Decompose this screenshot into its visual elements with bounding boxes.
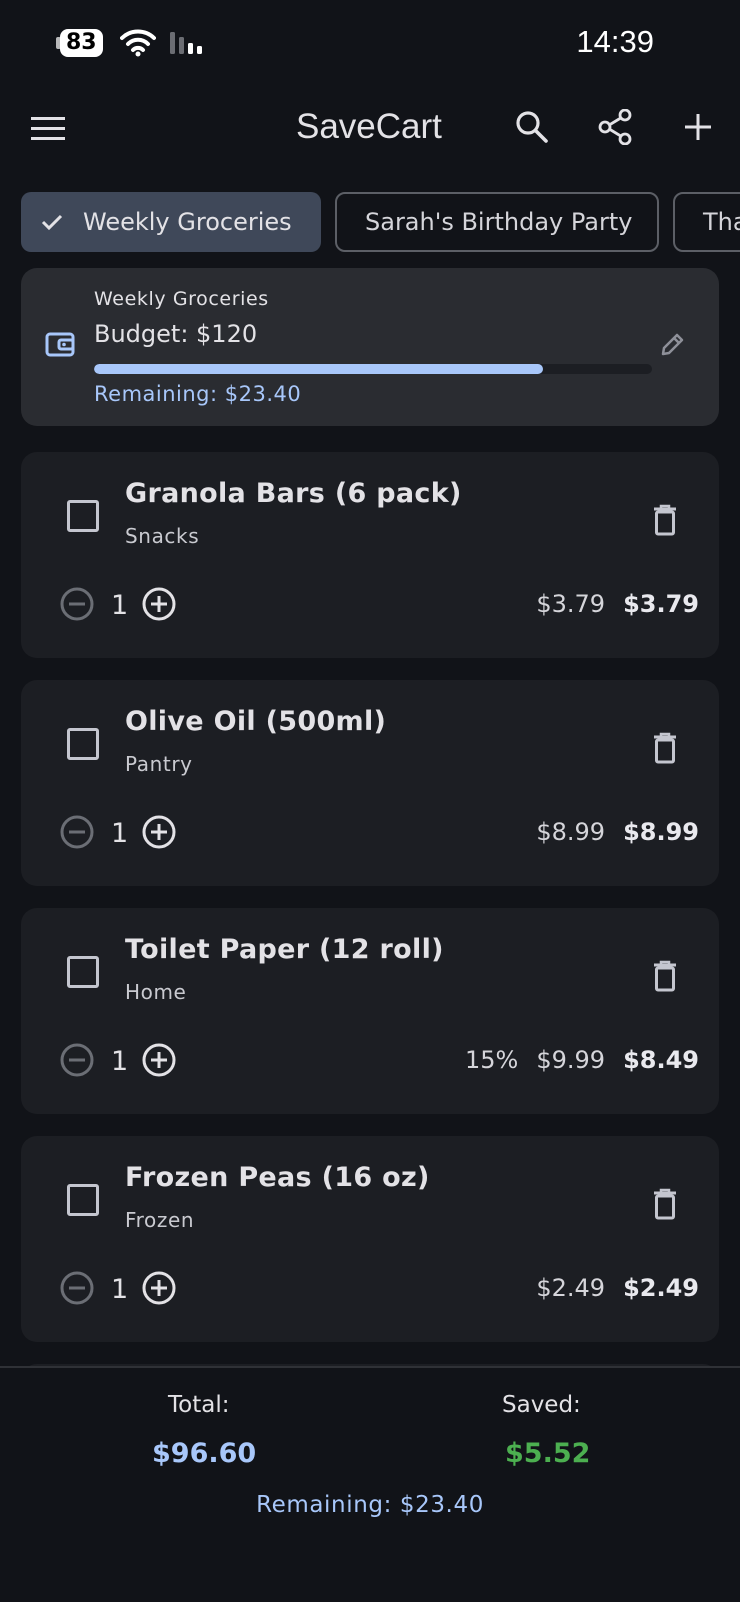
saved-label: Saved: <box>502 1392 581 1418</box>
decrease-quantity-button[interactable] <box>59 814 95 854</box>
decrease-quantity-button[interactable] <box>59 1042 95 1082</box>
decrease-quantity-button[interactable] <box>59 1270 95 1310</box>
item-total-price: $8.49 <box>623 1046 699 1074</box>
list-chips: Weekly Groceries Sarah's Birthday Party … <box>0 192 740 254</box>
budget-card[interactable]: Weekly Groceries Budget: $120 Remaining:… <box>21 268 719 426</box>
plus-circle-icon <box>142 587 176 621</box>
plus-circle-icon <box>142 815 176 849</box>
delete-item-button[interactable] <box>641 724 689 772</box>
status-bar: 83 14:39 <box>0 0 740 90</box>
delete-item-button[interactable] <box>641 1180 689 1228</box>
item-card[interactable]: Frozen Peas (16 oz) Frozen 1 $2.49 $2.49 <box>21 1136 719 1342</box>
item-category: Home <box>125 980 187 1004</box>
increase-quantity-button[interactable] <box>141 586 177 626</box>
budget-progress-bar <box>94 364 652 374</box>
trash-icon <box>654 732 676 764</box>
item-name: Granola Bars (6 pack) <box>125 478 462 509</box>
plus-circle-icon <box>142 1043 176 1077</box>
summary-remaining: Remaining: $23.40 <box>256 1492 484 1518</box>
item-checkbox[interactable] <box>67 1184 99 1216</box>
menu-button[interactable] <box>24 105 72 153</box>
search-icon <box>516 111 548 143</box>
item-total-price: $2.49 <box>623 1274 699 1302</box>
trash-icon <box>654 1188 676 1220</box>
trash-icon <box>654 960 676 992</box>
item-unit-price: $2.49 <box>536 1274 606 1302</box>
edit-budget-button[interactable] <box>649 320 697 368</box>
battery-nub <box>56 37 61 49</box>
increase-quantity-button[interactable] <box>141 1042 177 1082</box>
plus-circle-icon <box>142 1271 176 1305</box>
wifi-icon <box>120 29 156 57</box>
trash-icon <box>654 504 676 536</box>
app-title: SaveCart <box>296 107 442 146</box>
app-bar: SaveCart <box>0 95 740 165</box>
item-quantity: 1 <box>111 1046 129 1077</box>
chip-weekly-groceries[interactable]: Weekly Groceries <box>21 192 321 252</box>
add-icon <box>685 114 711 140</box>
budget-remaining: Remaining: $23.40 <box>94 382 302 406</box>
item-card[interactable]: Toilet Paper (12 roll) Home 1 15% $9.99 $8.49 <box>21 908 719 1114</box>
summary-footer: Total: $96.60 Saved: $5.52 Remaining: $2… <box>0 1366 740 1602</box>
minus-circle-icon <box>60 1043 94 1077</box>
item-category: Snacks <box>125 524 200 548</box>
check-icon <box>41 214 63 231</box>
chip-third-list[interactable]: Tha <box>673 192 740 252</box>
wallet-icon <box>45 332 75 357</box>
chip-sarahs-birthday-party[interactable]: Sarah's Birthday Party <box>335 192 659 252</box>
battery-level: 83 <box>60 29 103 57</box>
chip-label: Tha <box>703 208 740 236</box>
item-total-price: $8.99 <box>623 818 699 846</box>
item-checkbox[interactable] <box>67 728 99 760</box>
item-unit-price: $8.99 <box>536 818 606 846</box>
minus-circle-icon <box>60 587 94 621</box>
battery-indicator: 83 <box>56 28 103 58</box>
delete-item-button[interactable] <box>641 496 689 544</box>
status-time: 14:39 <box>576 24 654 59</box>
total-value: $96.60 <box>152 1438 257 1469</box>
increase-quantity-button[interactable] <box>141 1270 177 1310</box>
item-card[interactable]: Olive Oil (500ml) Pantry 1 $8.99 $8.99 <box>21 680 719 886</box>
budget-progress-fill <box>94 364 544 374</box>
add-list-button[interactable] <box>674 103 722 151</box>
minus-circle-icon <box>60 815 94 849</box>
chip-label: Sarah's Birthday Party <box>365 208 633 236</box>
increase-quantity-button[interactable] <box>141 814 177 854</box>
share-icon <box>598 109 632 145</box>
item-name: Toilet Paper (12 roll) <box>125 934 444 965</box>
item-category: Pantry <box>125 752 193 776</box>
search-button[interactable] <box>508 103 556 151</box>
cellular-signal-icon <box>170 32 202 54</box>
item-checkbox[interactable] <box>67 500 99 532</box>
item-prices: 15% $9.99 $8.49 <box>465 1046 699 1074</box>
budget-amount: Budget: $120 <box>94 320 258 348</box>
edit-pencil-icon <box>661 333 684 356</box>
item-category: Frozen <box>125 1208 195 1232</box>
item-unit-price: $9.99 <box>536 1046 606 1074</box>
budget-list-name: Weekly Groceries <box>94 288 269 310</box>
item-quantity: 1 <box>111 818 129 849</box>
item-unit-price: $3.79 <box>536 590 606 618</box>
item-name: Olive Oil (500ml) <box>125 706 387 737</box>
item-prices: $3.79 $3.79 <box>536 590 699 618</box>
share-button[interactable] <box>591 103 639 151</box>
delete-item-button[interactable] <box>641 952 689 1000</box>
item-name: Frozen Peas (16 oz) <box>125 1162 430 1193</box>
menu-icon <box>31 117 65 140</box>
chip-label: Weekly Groceries <box>83 208 292 236</box>
item-card[interactable]: Granola Bars (6 pack) Snacks 1 $3.79 $3.79 <box>21 452 719 658</box>
decrease-quantity-button[interactable] <box>59 586 95 626</box>
item-total-price: $3.79 <box>623 590 699 618</box>
item-prices: $2.49 $2.49 <box>536 1274 699 1302</box>
item-checkbox[interactable] <box>67 956 99 988</box>
saved-value: $5.52 <box>505 1438 591 1469</box>
item-quantity: 1 <box>111 590 129 621</box>
item-prices: $8.99 $8.99 <box>536 818 699 846</box>
minus-circle-icon <box>60 1271 94 1305</box>
item-discount: 15% <box>465 1046 519 1074</box>
total-label: Total: <box>168 1392 230 1418</box>
item-quantity: 1 <box>111 1274 129 1305</box>
